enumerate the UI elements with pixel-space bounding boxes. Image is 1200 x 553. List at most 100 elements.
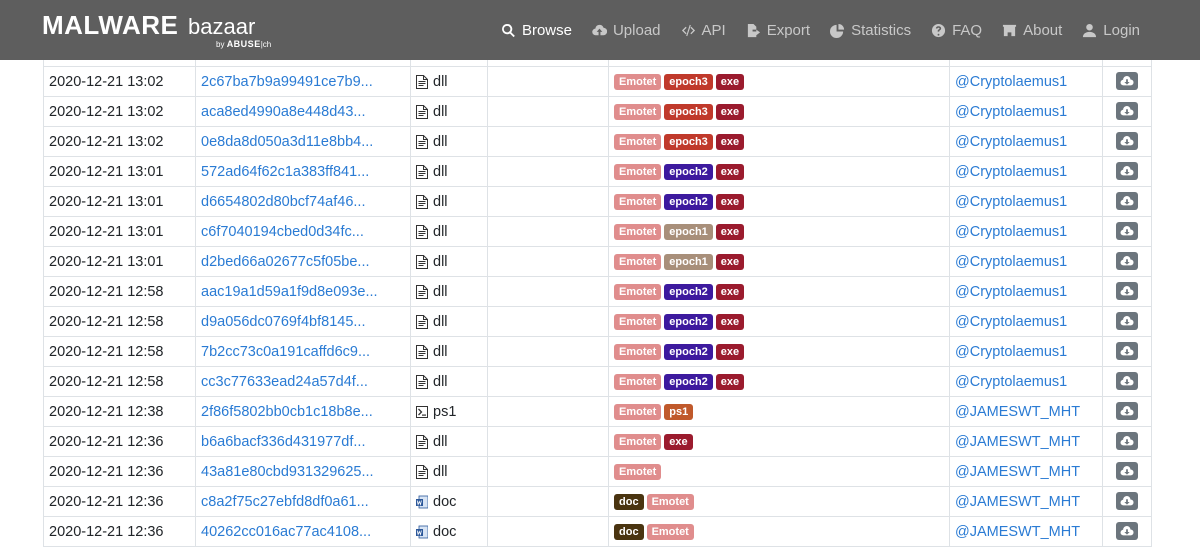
sample-hash-link[interactable]: cc3c77633ead24a57d4f... — [201, 374, 368, 390]
tag-badge-exe[interactable]: exe — [715, 253, 745, 270]
reporter-link[interactable]: @JAMESWT_MHT — [955, 524, 1080, 540]
tag-badge-epoch2[interactable]: epoch2 — [664, 163, 713, 180]
download-button[interactable] — [1116, 312, 1138, 330]
hash-cell: 572ad64f62c1a383ff841... — [195, 156, 411, 187]
tag-badge-epoch1[interactable]: epoch1 — [664, 253, 713, 270]
tag-badge-emotet[interactable]: Emotet — [614, 103, 662, 120]
tag-badge-emotet[interactable]: Emotet — [614, 163, 662, 180]
tag-badge-exe[interactable]: exe — [715, 73, 745, 90]
nav-about[interactable]: About — [1002, 22, 1062, 39]
sample-hash-link[interactable]: 0e8da8d050a3d11e8bb4... — [201, 134, 373, 150]
reporter-link[interactable]: @Cryptolaemus1 — [955, 284, 1067, 300]
tag-badge-exe[interactable]: exe — [715, 373, 745, 390]
reporter-link[interactable]: @Cryptolaemus1 — [955, 374, 1067, 390]
reporter-link[interactable]: @Cryptolaemus1 — [955, 134, 1067, 150]
tag-badge-emotet[interactable]: Emotet — [614, 73, 662, 90]
download-button[interactable] — [1116, 462, 1138, 480]
sample-hash-link[interactable]: aac19a1d59a1f9d8e093e... — [201, 284, 378, 300]
tag-badge-epoch2[interactable]: epoch2 — [664, 283, 713, 300]
tag-badge-emotet[interactable]: Emotet — [614, 403, 662, 420]
reporter-link[interactable]: @Cryptolaemus1 — [955, 164, 1067, 180]
download-button[interactable] — [1116, 132, 1138, 150]
tag-badge-exe[interactable]: exe — [715, 283, 745, 300]
nav-login[interactable]: Login — [1082, 22, 1140, 39]
reporter-link[interactable]: @Cryptolaemus1 — [955, 314, 1067, 330]
download-button[interactable] — [1116, 402, 1138, 420]
tag-badge-emotet[interactable]: Emotet — [614, 433, 662, 450]
tag-badge-epoch2[interactable]: epoch2 — [664, 313, 713, 330]
tag-badge-emotet[interactable]: Emotet — [646, 523, 694, 540]
sample-hash-link[interactable]: b6a6bacf336d431977df... — [201, 434, 365, 450]
sample-hash-link[interactable]: 572ad64f62c1a383ff841... — [201, 164, 369, 180]
download-button[interactable] — [1116, 432, 1138, 450]
tag-badge-epoch2[interactable]: epoch2 — [664, 193, 713, 210]
tag-badge-ps1[interactable]: ps1 — [664, 403, 694, 420]
reporter-link[interactable]: @Cryptolaemus1 — [955, 104, 1067, 120]
nav-faq[interactable]: FAQ — [931, 22, 982, 39]
reporter-link[interactable]: @JAMESWT_MHT — [955, 464, 1080, 480]
sample-hash-link[interactable]: aca8ed4990a8e448d43... — [201, 104, 366, 120]
download-button[interactable] — [1116, 102, 1138, 120]
tag-badge-emotet[interactable]: Emotet — [614, 463, 662, 480]
reporter-link[interactable]: @Cryptolaemus1 — [955, 74, 1067, 90]
nav-api[interactable]: API — [681, 22, 726, 39]
sample-hash-link[interactable]: d6654802d80bcf74af46... — [201, 194, 365, 210]
download-button[interactable] — [1116, 282, 1138, 300]
tag-badge-emotet[interactable]: Emotet — [646, 493, 694, 510]
brand-org-text: ABUSE — [226, 39, 261, 49]
nav-upload[interactable]: Upload — [592, 22, 661, 39]
reporter-link[interactable]: @Cryptolaemus1 — [955, 194, 1067, 210]
sample-hash-link[interactable]: 40262cc016ac77ac4108... — [201, 524, 371, 540]
reporter-link[interactable]: @JAMESWT_MHT — [955, 494, 1080, 510]
download-button[interactable] — [1116, 72, 1138, 90]
sample-hash-link[interactable]: 2c67ba7b9a99491ce7b9... — [201, 74, 373, 90]
sample-hash-link[interactable]: d9a056dc0769f4bf8145... — [201, 314, 365, 330]
download-button[interactable] — [1116, 192, 1138, 210]
download-button[interactable] — [1116, 522, 1138, 540]
tag-badge-emotet[interactable]: Emotet — [614, 193, 662, 210]
tag-badge-emotet[interactable]: Emotet — [614, 373, 662, 390]
tag-badge-epoch3[interactable]: epoch3 — [664, 73, 713, 90]
tag-badge-exe[interactable]: exe — [664, 433, 693, 450]
tag-badge-epoch2[interactable]: epoch2 — [664, 373, 713, 390]
tag-badge-doc[interactable]: doc — [614, 493, 644, 510]
tag-badge-exe[interactable]: exe — [715, 133, 745, 150]
reporter-link[interactable]: @Cryptolaemus1 — [955, 344, 1067, 360]
sample-hash-link[interactable]: c8a2f75c27ebfd8df0a61... — [201, 494, 369, 510]
reporter-link[interactable]: @Cryptolaemus1 — [955, 224, 1067, 240]
tag-badge-emotet[interactable]: Emotet — [614, 223, 662, 240]
reporter-link[interactable]: @Cryptolaemus1 — [955, 254, 1067, 270]
tag-badge-exe[interactable]: exe — [715, 163, 745, 180]
download-button[interactable] — [1116, 372, 1138, 390]
tag-badge-exe[interactable]: exe — [715, 343, 745, 360]
tag-badge-emotet[interactable]: Emotet — [614, 133, 662, 150]
download-button[interactable] — [1116, 162, 1138, 180]
tag-badge-exe[interactable]: exe — [715, 103, 745, 120]
reporter-link[interactable]: @JAMESWT_MHT — [955, 434, 1080, 450]
tag-badge-exe[interactable]: exe — [715, 193, 745, 210]
nav-export[interactable]: Export — [746, 22, 810, 39]
tag-badge-emotet[interactable]: Emotet — [614, 283, 662, 300]
download-button[interactable] — [1116, 252, 1138, 270]
sample-hash-link[interactable]: 43a81e80cbd931329625... — [201, 464, 374, 480]
reporter-link[interactable]: @JAMESWT_MHT — [955, 404, 1080, 420]
download-button[interactable] — [1116, 492, 1138, 510]
tag-badge-emotet[interactable]: Emotet — [614, 313, 662, 330]
tag-badge-epoch3[interactable]: epoch3 — [664, 133, 713, 150]
nav-browse[interactable]: Browse — [501, 22, 572, 39]
download-button[interactable] — [1116, 342, 1138, 360]
sample-hash-link[interactable]: c6f7040194cbed0d34fc... — [201, 224, 364, 240]
tag-badge-epoch3[interactable]: epoch3 — [664, 103, 713, 120]
sample-hash-link[interactable]: 2f86f5802bb0cb1c18b8e... — [201, 404, 373, 420]
tag-badge-emotet[interactable]: Emotet — [614, 343, 662, 360]
tag-badge-doc[interactable]: doc — [614, 523, 644, 540]
nav-statistics[interactable]: Statistics — [830, 22, 911, 39]
tag-badge-exe[interactable]: exe — [715, 223, 745, 240]
tag-badge-emotet[interactable]: Emotet — [614, 253, 662, 270]
tag-badge-epoch1[interactable]: epoch1 — [664, 223, 713, 240]
tag-badge-epoch2[interactable]: epoch2 — [664, 343, 713, 360]
sample-hash-link[interactable]: 7b2cc73c0a191caffd6c9... — [201, 344, 370, 360]
sample-hash-link[interactable]: d2bed66a02677c5f05be... — [201, 254, 370, 270]
download-button[interactable] — [1116, 222, 1138, 240]
tag-badge-exe[interactable]: exe — [715, 313, 745, 330]
